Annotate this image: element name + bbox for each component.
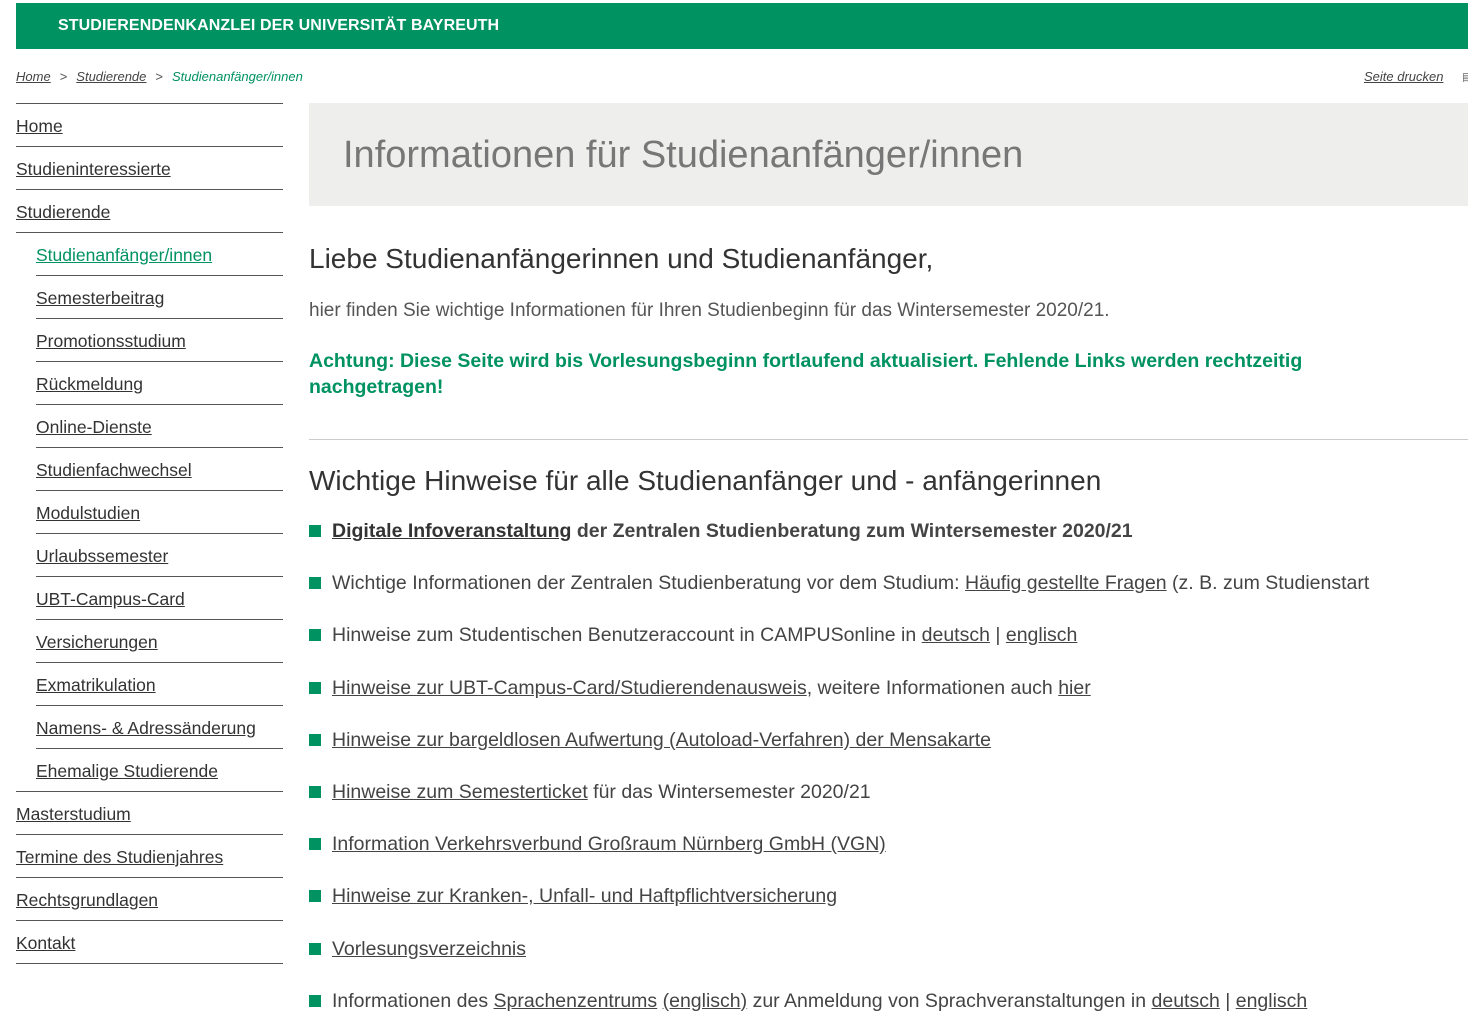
- main-content: Informationen für Studienanfänger/innen …: [309, 103, 1468, 1012]
- sidebar-item-versicherungen[interactable]: Versicherungen: [36, 619, 283, 662]
- list-text: |: [1219, 989, 1236, 1012]
- print-icon[interactable]: ▤: [1462, 70, 1468, 82]
- breadcrumb-current: Studienanfänger/innen: [172, 69, 303, 84]
- list-item: Hinweise zur Kranken-, Unfall- und Haftp…: [309, 870, 1468, 922]
- info-link[interactable]: (englisch): [663, 990, 748, 1012]
- intro-text: hier finden Sie wichtige Informationen f…: [309, 300, 1110, 321]
- sidebar-item-rueckmeldung[interactable]: Rückmeldung: [36, 361, 283, 404]
- bullet-icon: [309, 785, 321, 798]
- list-item: Wichtige Informationen der Zentralen Stu…: [309, 557, 1468, 609]
- sidebar-item-semesterbeitrag[interactable]: Semesterbeitrag: [36, 275, 283, 318]
- info-list: Digitale Infoveranstaltung der Zentralen…: [309, 505, 1468, 1014]
- sidebar-item-rechtsgrundlagen[interactable]: Rechtsgrundlagen: [16, 877, 283, 920]
- sidebar-item-modulstudien[interactable]: Modulstudien: [36, 490, 283, 533]
- bullet-icon: [309, 994, 321, 1007]
- sidebar-item-exmatrikulation[interactable]: Exmatrikulation: [36, 662, 283, 705]
- sidebar-item-masterstudium[interactable]: Masterstudium: [16, 791, 283, 834]
- info-link[interactable]: Hinweise zur bargeldlosen Aufwertung (Au…: [332, 729, 991, 751]
- greeting-heading: Liebe Studienanfängerinnen und Studienan…: [309, 243, 934, 274]
- sidebar-item-ubt-campus-card[interactable]: UBT-Campus-Card: [36, 576, 283, 619]
- info-link[interactable]: Hinweise zur Kranken-, Unfall- und Haftp…: [332, 885, 837, 907]
- site-header: STUDIERENDENKANZLEI DER UNIVERSITÄT BAYR…: [16, 3, 1468, 49]
- bullet-icon: [309, 733, 321, 746]
- list-text: Wichtige Informationen der Zentralen Stu…: [332, 572, 966, 595]
- bullet-icon: [309, 942, 321, 955]
- sidebar-item-studieninteressierte[interactable]: Studieninteressierte: [16, 146, 283, 189]
- update-notice: Achtung: Diese Seite wird bis Vorlesungs…: [309, 350, 1303, 398]
- page-title-banner: Informationen für Studienanfänger/innen: [309, 103, 1468, 206]
- sidebar-item-studienfachwechsel[interactable]: Studienfachwechsel: [36, 447, 283, 490]
- bullet-icon: [309, 525, 321, 537]
- sidebar-item-kontakt[interactable]: Kontakt: [16, 920, 283, 963]
- list-text: der Zentralen Studienberatung zum Winter…: [571, 520, 1133, 542]
- page-title: Informationen für Studienanfänger/innen: [343, 134, 1024, 176]
- bullet-icon: [309, 681, 321, 694]
- list-text: für das Wintersemester 2020/21: [587, 780, 871, 803]
- info-link[interactable]: Digitale Infoveranstaltung: [332, 520, 571, 542]
- breadcrumb-home[interactable]: Home: [16, 69, 51, 84]
- list-text: Informationen des: [332, 989, 494, 1012]
- list-text: , weitere Informationen auch: [806, 676, 1059, 699]
- info-link[interactable]: englisch: [1236, 990, 1308, 1012]
- bullet-icon: [309, 838, 321, 851]
- sidebar-item-studierende[interactable]: Studierende: [16, 189, 283, 232]
- info-link[interactable]: deutsch: [922, 624, 990, 646]
- list-item: Digitale Infoveranstaltung der Zentralen…: [309, 505, 1468, 557]
- sidebar-item-studienanfaenger[interactable]: Studienanfänger/innen: [16, 232, 283, 275]
- sidebar-item-namensaenderung[interactable]: Namens- & Adressänderung: [36, 705, 283, 748]
- list-item: Information Verkehrsverbund Großraum Nür…: [309, 818, 1468, 870]
- list-text: (z. B. zum Studienstart: [1166, 572, 1370, 595]
- bullet-icon: [309, 577, 321, 590]
- info-link[interactable]: hier: [1058, 677, 1091, 699]
- sidebar-nav: Home Studieninteressierte Studierende St…: [16, 103, 283, 964]
- bullet-icon: [309, 629, 321, 642]
- breadcrumb-studierende[interactable]: Studierende: [76, 69, 146, 84]
- list-item: Hinweise zum Semesterticket für das Wint…: [309, 766, 1468, 818]
- sidebar-item-home[interactable]: Home: [16, 103, 283, 146]
- sidebar-item-promotionsstudium[interactable]: Promotionsstudium: [36, 318, 283, 361]
- breadcrumb-separator: >: [59, 69, 68, 84]
- info-link[interactable]: deutsch: [1152, 990, 1220, 1012]
- list-item: Hinweise zum Studentischen Benutzeraccou…: [309, 609, 1468, 661]
- info-link[interactable]: Häufig gestellte Fragen: [965, 572, 1167, 594]
- list-item: Hinweise zur UBT-Campus-Card/Studierende…: [309, 662, 1468, 714]
- list-text: zur Anmeldung von Sprachveranstaltungen …: [747, 989, 1152, 1012]
- breadcrumb-separator: >: [155, 69, 163, 84]
- info-link[interactable]: Information Verkehrsverbund Großraum Nür…: [332, 833, 886, 855]
- sidebar-item-ehemalige[interactable]: Ehemalige Studierende: [36, 748, 283, 791]
- breadcrumb: Home > Studierende > Studienanfänger/innen: [16, 69, 303, 84]
- site-title[interactable]: STUDIERENDENKANZLEI DER UNIVERSITÄT BAYR…: [58, 17, 499, 35]
- sidebar-item-online-dienste[interactable]: Online-Dienste: [36, 404, 283, 447]
- info-link[interactable]: Hinweise zum Semesterticket: [332, 781, 588, 803]
- sidebar-item-termine[interactable]: Termine des Studienjahres: [16, 834, 283, 877]
- list-item: Hinweise zur bargeldlosen Aufwertung (Au…: [309, 714, 1468, 766]
- list-text: |: [989, 624, 1006, 647]
- list-item: Vorlesungsverzeichnis: [309, 923, 1468, 975]
- list-item: Informationen des Sprachenzentrums (engl…: [309, 975, 1468, 1014]
- section-title: Wichtige Hinweise für alle Studienanfäng…: [309, 465, 1102, 496]
- info-link[interactable]: Hinweise zur UBT-Campus-Card/Studierende…: [332, 677, 807, 699]
- list-text: Hinweise zum Studentischen Benutzeraccou…: [332, 624, 922, 647]
- bullet-icon: [309, 890, 321, 903]
- divider: [309, 439, 1468, 440]
- sidebar-item-urlaubssemester[interactable]: Urlaubssemester: [36, 533, 283, 576]
- info-link[interactable]: Vorlesungsverzeichnis: [332, 938, 526, 960]
- info-link[interactable]: Sprachenzentrums: [494, 990, 658, 1012]
- print-page-link[interactable]: Seite drucken: [1364, 69, 1444, 84]
- info-link[interactable]: englisch: [1006, 624, 1078, 646]
